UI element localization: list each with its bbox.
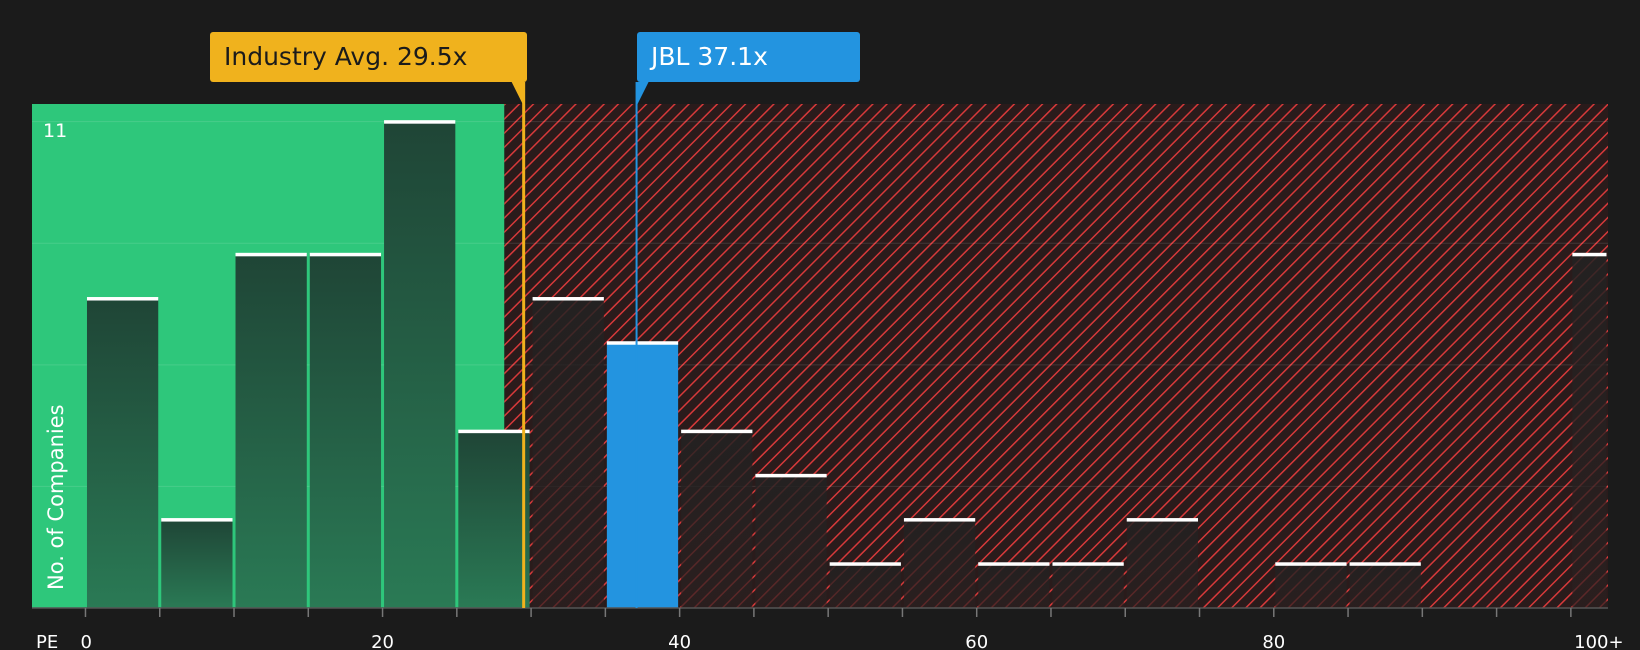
x-axis-label: PE [36,632,58,650]
bar-cap [309,252,382,257]
jbl-label: JBL 37.1x [649,42,768,71]
histogram-bar [903,519,976,608]
bar-cap [384,120,456,124]
x-tick-label: 40 [668,632,691,650]
histogram-bar [1275,563,1347,608]
bar-cap [681,429,753,434]
x-tick-label: 20 [371,632,394,650]
y-axis-label: No. of Companies [44,404,68,590]
bar-cap [161,518,233,522]
histogram-bar [532,298,604,608]
bar-cap [606,341,679,345]
histogram-bar [829,563,901,608]
bar-cap [1126,518,1199,522]
histogram-bar [681,431,753,608]
x-tick-label: 100+ [1574,632,1623,650]
jbl-callout-pointer [636,82,649,106]
industry-avg-label: Industry Avg. 29.5x [224,42,467,71]
histogram-bar [606,342,679,608]
bar-cap [1572,252,1607,257]
histogram-bar [384,121,456,609]
histogram-bar [458,431,530,608]
histogram-bar [1126,519,1199,608]
bar-cap [1052,562,1124,566]
histogram-bar [235,254,307,608]
bar-cap [532,297,604,301]
y-tick-label: 11 [43,120,67,142]
histogram-bar [1052,563,1124,608]
bar-cap [1349,562,1421,566]
industry-avg-callout-pointer [511,82,524,106]
bar-cap [1275,562,1347,566]
histogram-bar [86,298,159,608]
bar-cap [829,562,901,566]
bar-cap [978,562,1050,566]
bar-cap [755,473,827,478]
histogram-bar [1349,563,1421,608]
bar-cap [458,429,530,434]
histogram-bar [1572,254,1607,608]
x-tick-label: 60 [965,632,988,650]
histogram-bar [161,519,233,608]
bar-cap [86,297,159,301]
bar-cap [235,252,307,257]
bar-cap [903,518,976,522]
histogram-bar [755,475,827,608]
pe-distribution-chart: 0 20 40 60 80 100+ Industry Avg. 29.5x JBL 37.… [32,32,1624,650]
x-tick-label: 0 [80,632,91,650]
histogram-bar [978,563,1050,608]
x-axis: 0 20 40 60 80 100+ [32,607,1624,650]
x-tick-label: 80 [1262,632,1285,650]
histogram-bar [309,254,382,608]
